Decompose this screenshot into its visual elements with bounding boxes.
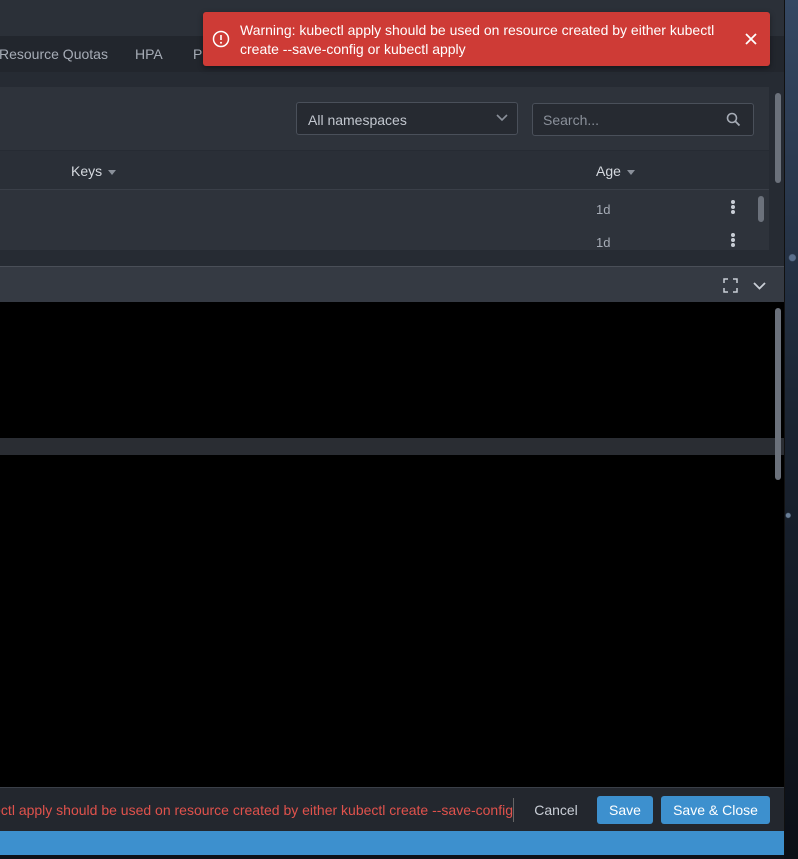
table-header: Keys Age xyxy=(0,151,769,190)
status-bar xyxy=(0,831,784,855)
yaml-editor[interactable] xyxy=(0,302,784,787)
save-button[interactable]: Save xyxy=(597,796,653,824)
column-header-age[interactable]: Age xyxy=(596,163,635,179)
search-icon[interactable] xyxy=(726,112,741,127)
list-scrollbar[interactable] xyxy=(775,93,781,183)
search-box xyxy=(532,103,754,136)
column-header-keys[interactable]: Keys xyxy=(71,163,117,179)
chevron-down-icon xyxy=(496,114,508,122)
warning-toast: Warning: kubectl apply should be used on… xyxy=(203,12,770,66)
namespace-select-value: All namespaces xyxy=(308,112,407,128)
tab-pod-disruption-budgets[interactable]: P xyxy=(193,46,202,62)
chevron-down-icon[interactable] xyxy=(752,278,767,293)
tab-hpa[interactable]: HPA xyxy=(135,46,163,62)
namespace-select[interactable]: All namespaces xyxy=(296,102,518,135)
sort-arrow-icon xyxy=(626,169,635,175)
row-age: 1d xyxy=(596,202,611,217)
close-icon[interactable] xyxy=(743,31,759,47)
more-vertical-icon[interactable] xyxy=(728,232,738,250)
table-row[interactable]: 1d xyxy=(0,225,769,258)
row-age: 1d xyxy=(596,235,611,250)
tab-resource-quotas[interactable]: Resource Quotas xyxy=(0,46,108,62)
table-body: 1d 1d xyxy=(0,190,769,250)
save-and-close-button[interactable]: Save & Close xyxy=(661,796,770,824)
cancel-button[interactable]: Cancel xyxy=(528,796,584,824)
rows-scrollbar[interactable] xyxy=(758,196,764,222)
editor-footer: Warning: kubectl apply should be used on… xyxy=(0,787,784,831)
dock-header xyxy=(0,266,784,302)
toast-message: Warning: kubectl apply should be used on… xyxy=(240,22,715,57)
footer-divider xyxy=(513,798,514,822)
search-input[interactable] xyxy=(533,104,723,135)
fullscreen-icon[interactable] xyxy=(723,278,738,293)
app-window: Resource Quotas HPA P All namespaces Key… xyxy=(0,0,785,855)
editor-highlight-line xyxy=(0,438,784,455)
more-vertical-icon[interactable] xyxy=(728,199,738,217)
error-message: Warning: kubectl apply should be used on… xyxy=(0,802,513,818)
sort-arrow-icon xyxy=(108,169,117,175)
info-icon xyxy=(212,30,230,48)
list-toolbar: All namespaces xyxy=(0,87,769,150)
editor-scrollbar[interactable] xyxy=(775,308,781,480)
table-row[interactable]: 1d xyxy=(0,192,769,225)
